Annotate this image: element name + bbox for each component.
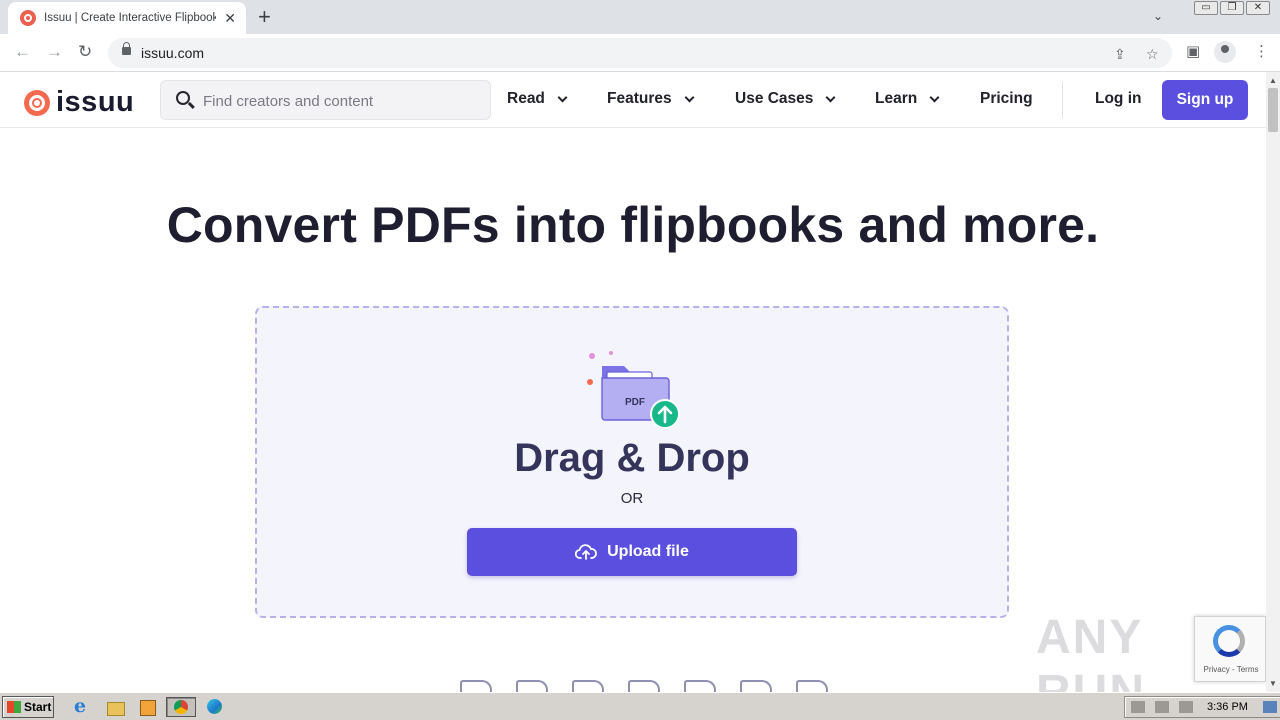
start-button[interactable]: Start xyxy=(2,696,54,718)
file-type-icon xyxy=(684,680,716,692)
clock[interactable]: 3:36 PM xyxy=(1207,701,1248,713)
system-tray: 3:36 PM xyxy=(1124,696,1280,718)
login-link[interactable]: Log in xyxy=(1095,90,1142,108)
recaptcha-icon xyxy=(1213,625,1245,657)
nav-learn-label: Learn xyxy=(875,90,918,107)
nav-read-label: Read xyxy=(507,90,545,107)
issuu-logo[interactable]: issuu xyxy=(24,86,134,119)
action-center-flag-icon[interactable] xyxy=(1179,701,1193,713)
minimize-button[interactable]: ▭ xyxy=(1194,1,1218,15)
browser-tab[interactable]: Issuu | Create Interactive Flipbooks ✕ xyxy=(8,2,246,34)
new-tab-button[interactable]: + xyxy=(258,6,271,28)
file-type-icon xyxy=(460,680,492,692)
file-explorer-icon[interactable] xyxy=(104,697,126,717)
file-type-icons xyxy=(460,680,828,692)
hero-title: Convert PDFs into flipbooks and more. xyxy=(166,197,1100,253)
search-input[interactable] xyxy=(203,90,473,112)
issuu-favicon-icon xyxy=(20,10,36,26)
volume-icon[interactable] xyxy=(1131,701,1145,713)
scroll-down-icon[interactable]: ▼ xyxy=(1269,679,1277,688)
search-icon xyxy=(176,91,190,105)
chevron-down-icon xyxy=(825,92,836,102)
site-header: issuu Read Features Use Cases Learn Pric… xyxy=(0,72,1266,128)
logo-wordmark: issuu xyxy=(56,86,135,118)
taskbar: Start 3:36 PM xyxy=(0,692,1280,720)
window-controls: ▭ ❐ ✕ xyxy=(1194,1,1270,15)
profile-avatar-icon[interactable] xyxy=(1214,41,1236,63)
upload-file-label: Upload file xyxy=(607,543,689,560)
page-scrollbar[interactable]: ▲ ▼ xyxy=(1266,72,1280,692)
side-panel-icon[interactable]: ▣ xyxy=(1186,42,1200,60)
internet-explorer-icon[interactable] xyxy=(70,695,92,717)
search-box[interactable] xyxy=(160,80,491,120)
file-type-icon xyxy=(572,680,604,692)
scrollbar-thumb[interactable] xyxy=(1268,88,1278,132)
pdf-folder-upload-icon: PDF xyxy=(587,351,680,428)
restore-button[interactable]: ❐ xyxy=(1220,1,1244,15)
nav-use-cases-label: Use Cases xyxy=(735,90,814,107)
back-icon[interactable]: ← xyxy=(14,42,31,62)
file-type-icon xyxy=(628,680,660,692)
chevron-down-icon xyxy=(684,92,695,102)
page-content: issuu Read Features Use Cases Learn Pric… xyxy=(0,72,1266,692)
reload-icon[interactable]: ↻ xyxy=(78,42,92,62)
url-text: issuu.com xyxy=(141,45,205,61)
recaptcha-links[interactable]: Privacy - Terms xyxy=(1195,665,1266,674)
browser-toolbar: ← → ↻ issuu.com ⇪ ☆ ▣ ⋮ xyxy=(0,34,1280,72)
nav-learn[interactable]: Learn xyxy=(875,90,940,108)
tab-search-chevron-icon[interactable]: ⌄ xyxy=(1153,9,1163,23)
nav-pricing-label: Pricing xyxy=(980,90,1033,107)
file-type-icon xyxy=(516,680,548,692)
chrome-taskbar-icon[interactable] xyxy=(166,697,196,717)
browser-tabstrip: Issuu | Create Interactive Flipbooks ✕ +… xyxy=(0,0,1280,34)
cloud-upload-icon xyxy=(575,544,598,560)
show-desktop-icon[interactable] xyxy=(1263,701,1277,713)
lock-icon xyxy=(122,42,131,55)
tab-title: Issuu | Create Interactive Flipbooks xyxy=(44,12,216,24)
nav-read[interactable]: Read xyxy=(507,90,568,108)
windows-logo-icon xyxy=(7,701,21,713)
dropzone-or: OR xyxy=(620,490,644,507)
nav-pricing[interactable]: Pricing xyxy=(980,90,1033,108)
chevron-down-icon xyxy=(557,92,568,102)
dropzone-title: Drag & Drop xyxy=(514,436,750,480)
file-type-icon xyxy=(796,680,828,692)
pdf-label: PDF xyxy=(625,397,645,408)
bookmark-star-icon[interactable]: ☆ xyxy=(1146,46,1159,63)
scroll-up-icon[interactable]: ▲ xyxy=(1269,76,1277,85)
signup-button[interactable]: Sign up xyxy=(1162,80,1248,120)
issuu-logo-icon xyxy=(24,89,50,116)
network-icon[interactable] xyxy=(1155,701,1169,713)
tab-close-icon[interactable]: ✕ xyxy=(224,10,236,27)
file-type-icon xyxy=(740,680,772,692)
nav-features[interactable]: Features xyxy=(607,90,695,108)
nav-features-label: Features xyxy=(607,90,672,107)
address-bar[interactable]: issuu.com ⇪ ☆ xyxy=(108,38,1172,68)
share-icon[interactable]: ⇪ xyxy=(1114,46,1126,63)
nav-use-cases[interactable]: Use Cases xyxy=(735,90,836,108)
close-window-button[interactable]: ✕ xyxy=(1246,1,1270,15)
forward-icon[interactable]: → xyxy=(46,42,63,62)
recaptcha-badge[interactable]: Privacy - Terms xyxy=(1194,616,1266,682)
start-label: Start xyxy=(24,700,52,714)
media-player-icon[interactable] xyxy=(137,697,159,717)
file-dropzone[interactable]: PDF Drag & Drop OR Upload file xyxy=(255,306,1009,618)
upload-file-button[interactable]: Upload file xyxy=(467,528,797,576)
chevron-down-icon xyxy=(929,92,940,102)
menu-kebab-icon[interactable]: ⋮ xyxy=(1254,42,1269,60)
nav-divider xyxy=(1062,82,1063,118)
edge-icon[interactable] xyxy=(204,697,226,717)
